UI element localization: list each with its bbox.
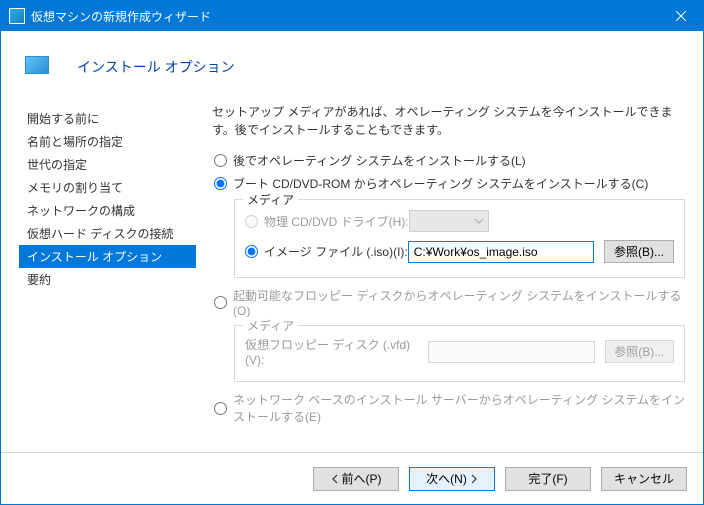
chevron-right-icon — [471, 474, 478, 484]
browse-floppy-button: 参照(B)... — [605, 340, 674, 363]
image-path-input[interactable] — [408, 241, 594, 263]
page-title: インストール オプション — [77, 57, 235, 77]
page-header: インストール オプション — [1, 31, 703, 91]
radio-install-cd-label: ブート CD/DVD-ROM からオペレーティング システムをインストールする(… — [233, 175, 648, 192]
sidebar-item-memory[interactable]: メモリの割り当て — [19, 176, 196, 199]
row-physical-drive: 物理 CD/DVD ドライブ(H): — [245, 206, 674, 236]
radio-install-network-input[interactable] — [214, 402, 227, 415]
radio-install-later[interactable]: 後でオペレーティング システムをインストールする(L) — [212, 149, 685, 172]
row-image-file: イメージ ファイル (.iso)(I): 参照(B)... — [245, 236, 674, 267]
close-icon — [676, 11, 686, 21]
radio-install-network[interactable]: ネットワーク ベースのインストール サーバーからオペレーティング システムをイン… — [212, 388, 685, 428]
titlebar: 仮想マシンの新規作成ウィザード — [1, 1, 703, 31]
next-button-label: 次へ(N) — [426, 470, 467, 487]
prev-button[interactable]: 前へ(P) — [313, 467, 399, 491]
chevron-down-icon — [474, 218, 484, 224]
sidebar-item-summary[interactable]: 要約 — [19, 268, 196, 291]
floppy-groupbox-label: メディア — [243, 317, 298, 334]
wizard-content: セットアップ メディアがあれば、オペレーティング システムを今インストールできま… — [196, 91, 693, 452]
wizard-footer: 前へ(P) 次へ(N) 完了(F) キャンセル — [1, 452, 703, 504]
browse-image-button[interactable]: 参照(B)... — [604, 240, 674, 263]
sidebar-item-network[interactable]: ネットワークの構成 — [19, 199, 196, 222]
cancel-button[interactable]: キャンセル — [601, 467, 687, 491]
virtual-floppy-label: 仮想フロッピー ディスク (.vfd)(V): — [245, 336, 428, 367]
sidebar-item-vhd[interactable]: 仮想ハード ディスクの接続 — [19, 222, 196, 245]
media-groupbox: メディア 物理 CD/DVD ドライブ(H): イメージ ファイル (.iso)… — [234, 199, 685, 278]
physical-drive-dropdown — [409, 210, 489, 232]
radio-install-cd-input[interactable] — [214, 177, 227, 190]
media-groupbox-label: メディア — [243, 191, 298, 208]
radio-install-later-label: 後でオペレーティング システムをインストールする(L) — [233, 152, 526, 169]
chevron-left-icon — [331, 474, 338, 484]
floppy-groupbox: メディア 仮想フロッピー ディスク (.vfd)(V): 参照(B)... — [234, 325, 685, 382]
virtual-floppy-input — [428, 341, 595, 363]
sidebar-item-before-begin[interactable]: 開始する前に — [19, 107, 196, 130]
wizard-body: 開始する前に 名前と場所の指定 世代の指定 メモリの割り当て ネットワークの構成… — [1, 91, 703, 452]
next-button[interactable]: 次へ(N) — [409, 467, 495, 491]
physical-drive-label: 物理 CD/DVD ドライブ(H): — [264, 213, 409, 230]
prev-button-label: 前へ(P) — [342, 470, 382, 487]
sidebar-item-generation[interactable]: 世代の指定 — [19, 153, 196, 176]
close-button[interactable] — [659, 1, 703, 31]
intro-text: セットアップ メディアがあれば、オペレーティング システムを今インストールできま… — [212, 103, 685, 139]
wizard-window: 仮想マシンの新規作成ウィザード インストール オプション 開始する前に 名前と場… — [0, 0, 704, 505]
wizard-icon — [25, 56, 49, 74]
image-file-label: イメージ ファイル (.iso)(I): — [264, 243, 408, 260]
radio-install-network-label: ネットワーク ベースのインストール サーバーからオペレーティング システムをイン… — [233, 391, 685, 425]
radio-install-floppy-label: 起動可能なフロッピー ディスクからオペレーティング システムをインストールする(… — [233, 287, 685, 318]
radio-image-file[interactable] — [245, 245, 258, 258]
sidebar-item-name-location[interactable]: 名前と場所の指定 — [19, 130, 196, 153]
sidebar-item-install-options[interactable]: インストール オプション — [19, 245, 196, 268]
radio-install-floppy-input[interactable] — [214, 296, 227, 309]
app-icon — [9, 8, 25, 24]
finish-button[interactable]: 完了(F) — [505, 467, 591, 491]
radio-install-later-input[interactable] — [214, 154, 227, 167]
window-title: 仮想マシンの新規作成ウィザード — [31, 8, 659, 25]
row-virtual-floppy: 仮想フロッピー ディスク (.vfd)(V): 参照(B)... — [245, 332, 674, 371]
wizard-steps-sidebar: 開始する前に 名前と場所の指定 世代の指定 メモリの割り当て ネットワークの構成… — [11, 91, 196, 452]
radio-physical-drive — [245, 215, 258, 228]
radio-install-floppy[interactable]: 起動可能なフロッピー ディスクからオペレーティング システムをインストールする(… — [212, 284, 685, 321]
